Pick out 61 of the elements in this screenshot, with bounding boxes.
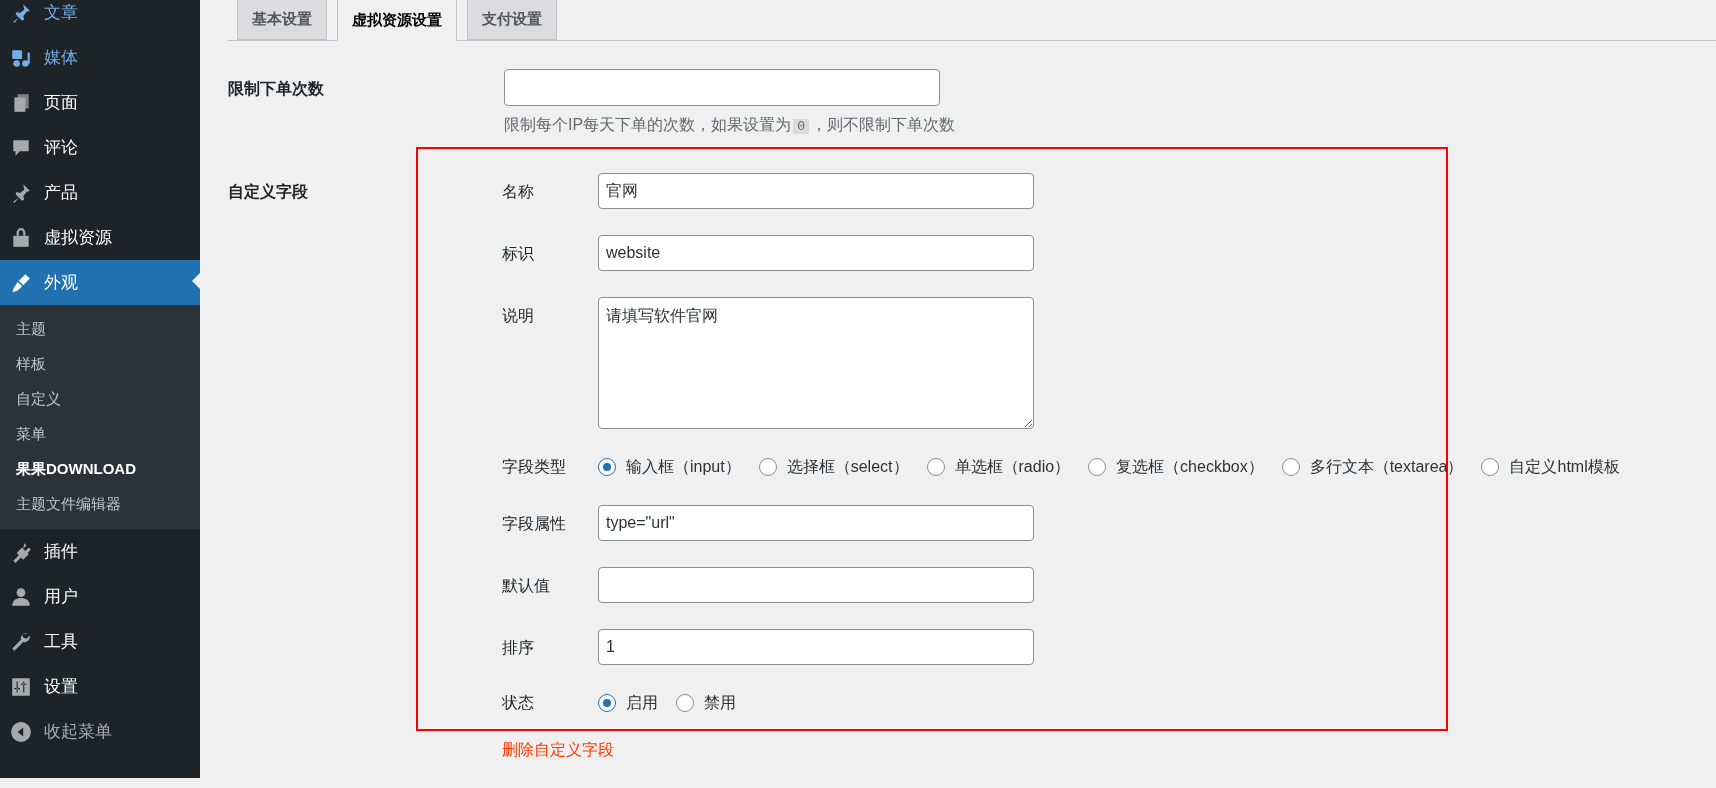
radio-option[interactable]: 复选框（checkbox） <box>1088 455 1264 479</box>
radio-button[interactable] <box>1481 458 1500 476</box>
sidebar-item[interactable]: 设置 <box>0 664 200 709</box>
sidebar-item[interactable]: 媒体 <box>0 35 200 80</box>
field-label: 说明 <box>502 306 535 326</box>
shopping-bag-icon <box>10 226 32 249</box>
text-input[interactable]: 1 <box>598 629 1034 665</box>
tab[interactable]: 支付设置 <box>467 0 557 40</box>
field-label: 字段类型 <box>502 457 567 477</box>
text-input[interactable]: website <box>598 235 1034 271</box>
paintbrush-icon <box>10 271 32 294</box>
sidebar-item[interactable]: 插件 <box>0 529 200 574</box>
sidebar-item[interactable]: 工具 <box>0 619 200 664</box>
radio-button[interactable] <box>598 458 616 476</box>
submenu-item[interactable]: 主题文件编辑器 <box>0 487 200 522</box>
field-label: 标识 <box>502 244 535 264</box>
radio-option[interactable]: 输入框（input） <box>598 455 741 479</box>
radio-option[interactable]: 选择框（select） <box>758 455 909 479</box>
field-label: 限制下单次数 <box>228 79 325 99</box>
submenu-item[interactable]: 菜单 <box>0 417 200 452</box>
radio-option[interactable]: 启用 <box>598 691 658 715</box>
tab[interactable]: 基本设置 <box>237 0 327 40</box>
radio-button[interactable] <box>926 458 945 476</box>
submenu-item[interactable]: 样板 <box>0 347 200 382</box>
wrench-icon <box>10 630 32 653</box>
radio-button[interactable] <box>758 458 777 476</box>
field-label: 默认值 <box>502 576 551 596</box>
tab[interactable]: 虚拟资源设置 <box>337 0 457 41</box>
sidebar-item[interactable]: 虚拟资源 <box>0 215 200 260</box>
radio-button[interactable] <box>598 694 616 712</box>
radio-option[interactable]: 自定义html模板 <box>1481 455 1620 479</box>
circle-left-arrow-icon <box>10 720 32 743</box>
sidebar-item[interactable]: 外观 <box>0 260 200 305</box>
radio-button[interactable] <box>676 694 694 712</box>
radio-option[interactable]: 禁用 <box>676 691 736 715</box>
description-textarea[interactable]: 请填写软件官网 <box>598 297 1034 429</box>
sidebar-item[interactable]: 评论 <box>0 125 200 170</box>
submenu-item[interactable]: 果果DOWNLOAD <box>0 452 200 487</box>
radio-option[interactable]: 单选框（radio） <box>926 455 1071 479</box>
field-label: 状态 <box>502 693 535 713</box>
order-limit-input[interactable] <box>504 69 940 106</box>
submenu-item[interactable]: 自定义 <box>0 382 200 417</box>
field-label: 名称 <box>502 182 535 202</box>
sidebar-item[interactable]: 用户 <box>0 574 200 619</box>
sliders-icon <box>10 675 32 698</box>
person-icon <box>10 585 32 608</box>
submenu-item[interactable]: 主题 <box>0 312 200 347</box>
sidebar-item[interactable]: 页面 <box>0 80 200 125</box>
sidebar-item[interactable]: 文章 <box>0 0 200 35</box>
field-label: 字段属性 <box>502 514 567 534</box>
radio-button[interactable] <box>1088 458 1107 476</box>
field-label: 排序 <box>502 638 535 658</box>
radio-button[interactable] <box>1281 458 1300 476</box>
current-arrow-icon <box>192 273 200 289</box>
hint-text: 限制每个IP每天下单的次数，如果设置为 0 ，则不限制下单次数 <box>504 115 955 136</box>
field-label: 自定义字段 <box>228 182 309 202</box>
text-input[interactable] <box>598 567 1034 603</box>
text-input[interactable]: 官网 <box>598 173 1034 209</box>
sidebar-item[interactable]: 产品 <box>0 170 200 215</box>
text-input[interactable]: type="url" <box>598 505 1034 541</box>
sidebar-item[interactable]: 收起菜单 <box>0 709 200 754</box>
